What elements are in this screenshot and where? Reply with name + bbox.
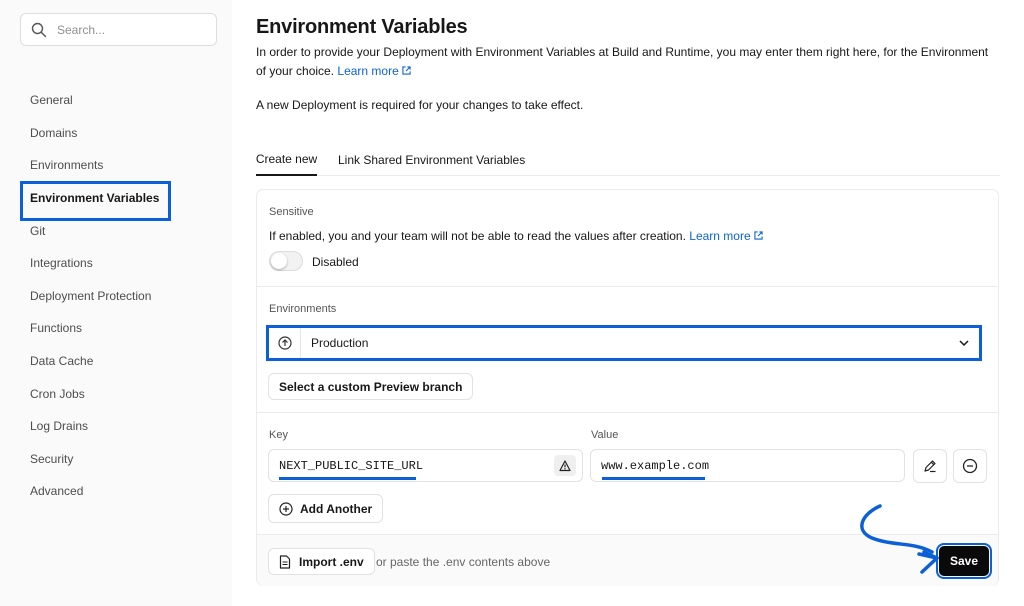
page-intro: In order to provide your Deployment with… bbox=[256, 43, 996, 81]
warning-icon bbox=[559, 459, 571, 471]
tab-link-shared-label: Link Shared Environment Variables bbox=[338, 152, 526, 167]
sidebar-item-security[interactable]: Security bbox=[20, 443, 220, 476]
environment-select-chevron bbox=[949, 337, 979, 349]
divider bbox=[257, 412, 998, 413]
tab-link-shared[interactable]: Link Shared Environment Variables bbox=[338, 143, 525, 176]
sensitive-label: Sensitive bbox=[269, 206, 314, 218]
sidebar: Search... General Domains Environments E… bbox=[0, 0, 232, 606]
sensitive-description-text: If enabled, you and your team will not b… bbox=[269, 229, 686, 243]
sidebar-item-environment-variables[interactable]: Environment Variables bbox=[20, 180, 220, 221]
edit-button[interactable] bbox=[913, 449, 947, 483]
environment-select[interactable]: Production bbox=[266, 325, 982, 361]
learn-more-label: Learn more bbox=[337, 64, 399, 78]
search-placeholder: Search... bbox=[57, 22, 106, 37]
page-title: Environment Variables bbox=[256, 16, 468, 38]
sidebar-item-cron-jobs[interactable]: Cron Jobs bbox=[20, 377, 220, 410]
add-another-label: Add Another bbox=[300, 501, 373, 516]
search-input[interactable]: Search... bbox=[20, 13, 217, 46]
sensitive-learn-more-link[interactable]: Learn more bbox=[689, 229, 763, 243]
environments-label: Environments bbox=[269, 303, 337, 315]
chevron-down-icon bbox=[959, 340, 969, 347]
deployment-notice: A new Deployment is required for your ch… bbox=[256, 98, 584, 112]
import-env-button[interactable]: Import .env bbox=[268, 548, 375, 575]
tab-bar: Create new Link Shared Environment Varia… bbox=[256, 143, 1000, 176]
sidebar-item-domains[interactable]: Domains bbox=[20, 117, 220, 150]
sensitive-description: If enabled, you and your team will not b… bbox=[269, 229, 763, 243]
remove-button[interactable] bbox=[953, 449, 987, 483]
learn-more-link[interactable]: Learn more bbox=[337, 64, 411, 78]
environment-select-value: Production bbox=[311, 336, 369, 350]
tab-create-new-label: Create new bbox=[255, 151, 318, 166]
divider bbox=[257, 286, 998, 287]
external-link-icon bbox=[402, 66, 411, 75]
value-input-value: www.example.com bbox=[601, 458, 710, 473]
paste-hint: or paste the .env contents above bbox=[376, 555, 551, 569]
sensitive-learn-more-label: Learn more bbox=[689, 229, 751, 243]
tab-create-new[interactable]: Create new bbox=[256, 143, 317, 176]
value-label: Value bbox=[591, 429, 619, 441]
search-icon bbox=[31, 22, 47, 37]
add-another-button[interactable]: Add Another bbox=[268, 494, 384, 523]
key-highlight bbox=[279, 477, 416, 480]
plus-circle-icon bbox=[279, 501, 293, 516]
sidebar-item-environments[interactable]: Environments bbox=[20, 149, 220, 182]
sidebar-item-advanced[interactable]: Advanced bbox=[20, 475, 220, 508]
value-highlight bbox=[602, 477, 705, 480]
warning-button[interactable] bbox=[554, 455, 576, 476]
sidebar-item-deployment-protection[interactable]: Deployment Protection bbox=[20, 280, 220, 313]
sidebar-item-git[interactable]: Git bbox=[20, 214, 220, 247]
custom-preview-branch-button[interactable]: Select a custom Preview branch bbox=[268, 373, 474, 400]
external-link-icon bbox=[754, 231, 763, 240]
pencil-icon bbox=[924, 460, 936, 473]
environment-select-prefix bbox=[269, 328, 301, 358]
sidebar-item-data-cache[interactable]: Data Cache bbox=[20, 345, 220, 378]
sidebar-item-log-drains[interactable]: Log Drains bbox=[20, 410, 220, 443]
file-icon bbox=[279, 554, 291, 569]
sidebar-item-integrations[interactable]: Integrations bbox=[20, 247, 220, 280]
annotation-arrow-icon bbox=[860, 504, 939, 574]
sensitive-state: Disabled bbox=[312, 255, 359, 269]
import-env-label: Import .env bbox=[299, 554, 364, 569]
sensitive-toggle[interactable] bbox=[269, 251, 303, 271]
sidebar-item-functions[interactable]: Functions bbox=[20, 312, 220, 345]
sidebar-item-general[interactable]: General bbox=[20, 84, 220, 117]
save-button[interactable]: Save bbox=[936, 543, 992, 579]
arrow-up-circle-icon bbox=[277, 336, 292, 350]
key-input-value: NEXT_PUBLIC_SITE_URL bbox=[279, 458, 424, 473]
minus-circle-icon bbox=[962, 458, 978, 474]
sidebar-nav: General Domains Environments Environment… bbox=[20, 84, 220, 508]
key-label: Key bbox=[269, 429, 288, 441]
